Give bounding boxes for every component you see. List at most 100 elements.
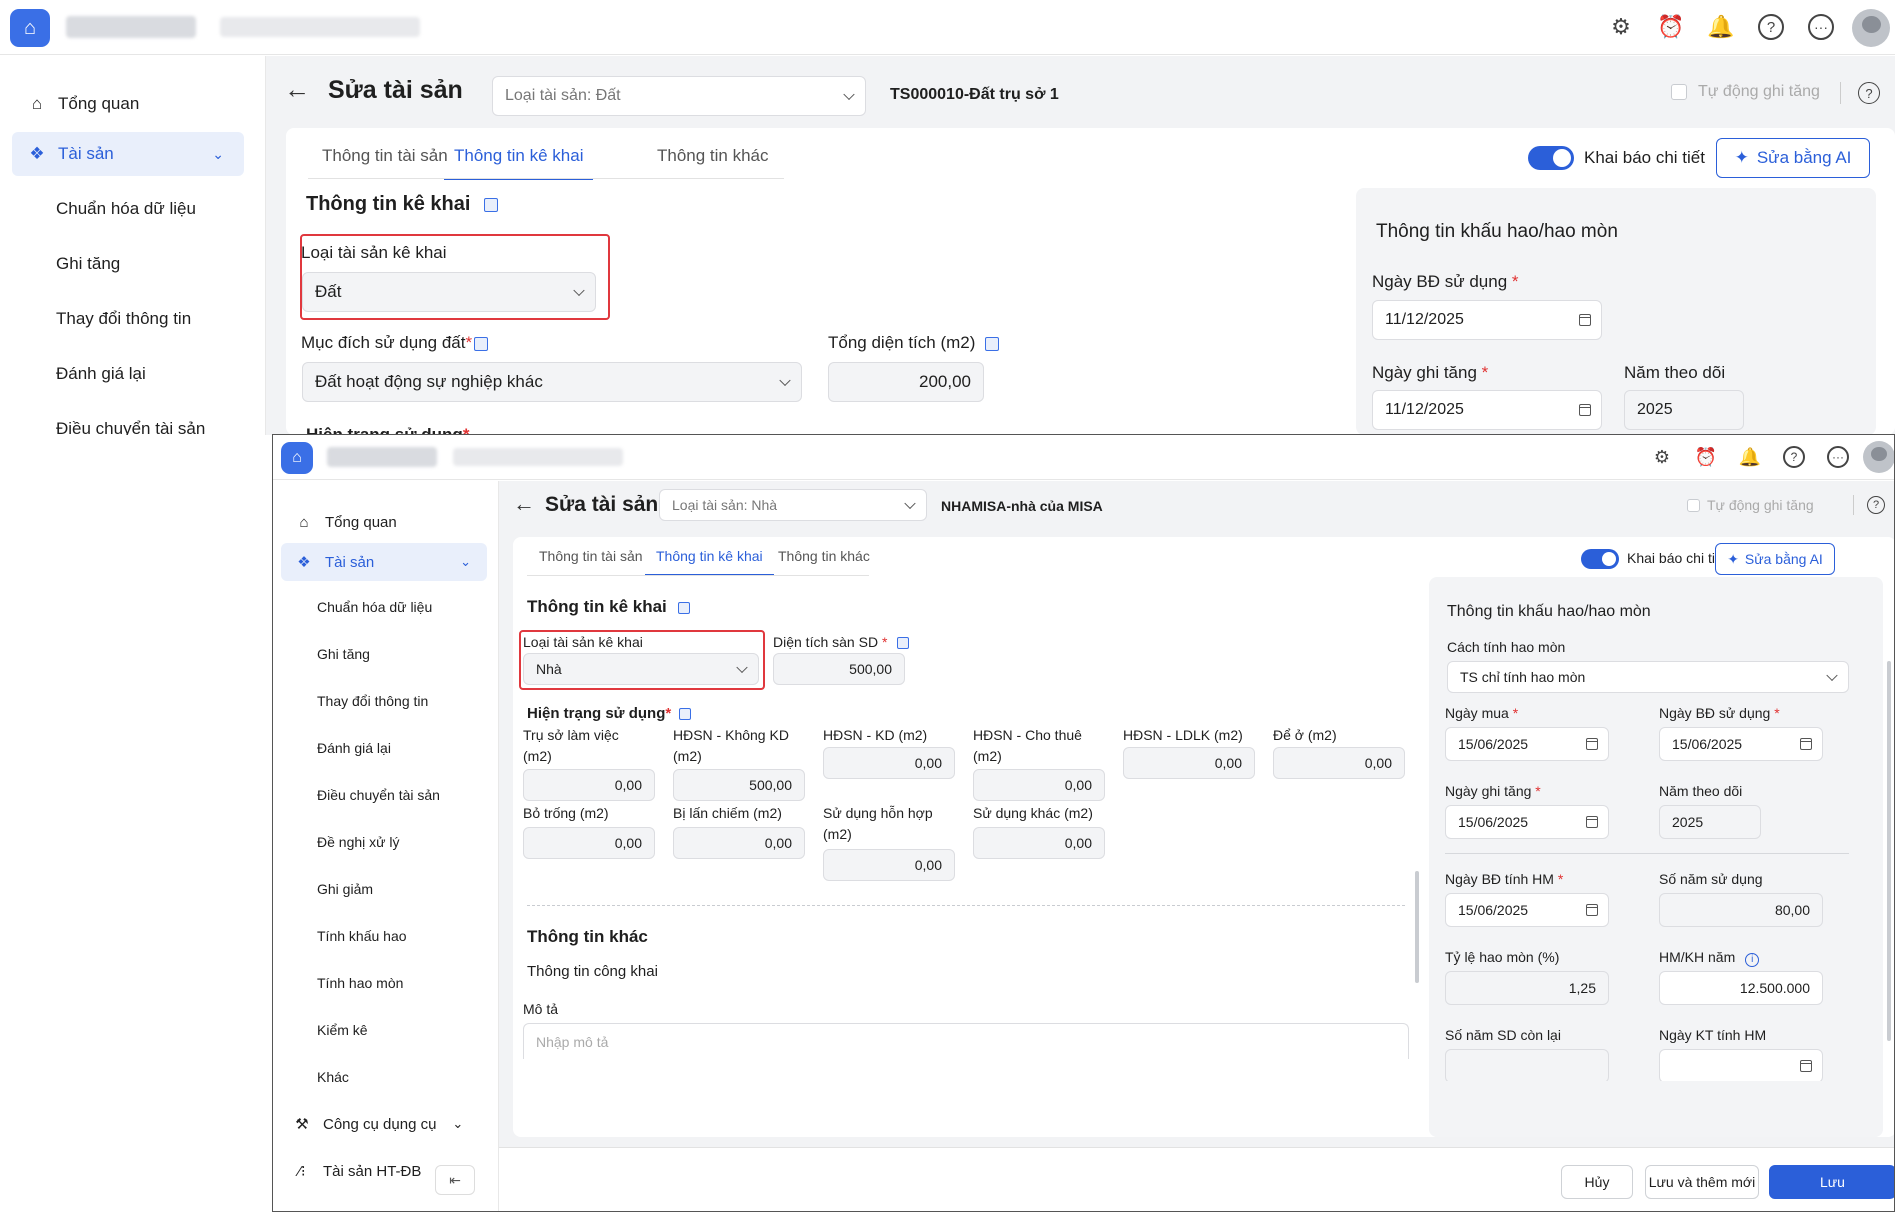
asset-type-select[interactable]: Loại tài sản: Nhà [659,489,927,521]
sidebar-item-overview[interactable]: ⌂ Tổng quan [293,507,396,537]
edit-icon[interactable] [897,637,910,650]
back-arrow-icon[interactable]: ← [513,491,535,517]
panel-scrollbar[interactable] [1887,661,1891,1041]
status-field-input[interactable]: 0,00 [823,849,955,881]
sidebar-item-assets[interactable]: ❖ Tài sản ⌄ [12,132,244,176]
tab-asset-info[interactable]: Thông tin tài sản [322,146,448,180]
status-field-input[interactable]: 0,00 [523,769,655,801]
more-icon[interactable]: ··· [1808,14,1834,40]
status-field-input[interactable]: 500,00 [673,769,805,801]
sidebar-subitem[interactable]: Ghi giảm [317,881,373,897]
sidebar-subitem[interactable]: Đánh giá lại [317,740,391,756]
edit-icon[interactable] [474,336,489,351]
more-icon[interactable]: ··· [1827,446,1849,468]
help-icon[interactable]: ? [1758,14,1784,40]
year-input[interactable]: 2025 [1624,390,1744,430]
start-use-date[interactable]: 11/12/2025 [1372,300,1602,340]
record-date[interactable]: 11/12/2025 [1372,390,1602,430]
sidebar-subitem[interactable]: Điều chuyển tài sản [317,787,440,803]
status-field-input[interactable]: 0,00 [973,769,1105,801]
help-icon[interactable]: ? [1867,496,1885,514]
gear-icon[interactable]: ⚙ [1608,14,1634,40]
method-select[interactable]: TS chỉ tính hao mòn [1447,661,1849,693]
sidebar-subitem[interactable]: Thay đổi thông tin [317,693,428,709]
alarm-icon[interactable]: ⏰ [1695,446,1717,468]
remaining-input[interactable] [1445,1049,1609,1083]
org-name-blurred [66,16,196,38]
sidebar-item-infra[interactable]: ⁄⁝ Tài sản HT-ĐB [291,1156,421,1186]
status-field-input[interactable]: 0,00 [823,747,955,779]
status-field-input[interactable]: 0,00 [973,827,1105,859]
avatar[interactable] [1863,441,1894,473]
annual-input[interactable]: 12.500.000 [1659,971,1823,1005]
detail-toggle[interactable] [1581,549,1619,569]
info-icon[interactable]: i [1745,953,1760,967]
total-area-input[interactable]: 200,00 [828,362,984,402]
status-field-input[interactable]: 0,00 [1273,747,1405,779]
declare-type-select[interactable]: Đất [302,272,596,312]
auto-record-checkbox[interactable] [1671,84,1687,100]
status-field-input[interactable]: 0,00 [1123,747,1255,779]
rate-input[interactable]: 1,25 [1445,971,1609,1005]
help-icon[interactable]: ? [1858,82,1880,104]
auto-record-checkbox[interactable] [1687,499,1700,512]
detail-toggle[interactable] [1528,146,1574,170]
edit-icon[interactable] [484,197,499,212]
save-button[interactable]: Lưu [1769,1165,1894,1199]
years-use-input[interactable]: 80,00 [1659,893,1823,927]
tab-other-info[interactable]: Thông tin khác [778,548,870,576]
cancel-button[interactable]: Hủy [1561,1165,1633,1199]
ai-edit-button[interactable]: ✦ Sửa bằng AI [1716,138,1870,178]
ai-edit-button[interactable]: ✦ Sửa bằng AI [1715,543,1835,575]
start-use-date[interactable]: 15/06/2025 [1659,727,1823,761]
app-logo[interactable]: ⌂ [10,9,50,47]
tab-declare-info[interactable]: Thông tin kê khai [645,548,774,576]
status-field-label: HĐSN - KD (m2) [823,727,928,743]
declare-type-select[interactable]: Nhà [523,653,759,685]
help-icon[interactable]: ? [1783,446,1805,468]
sidebar-subitem[interactable]: Tính khấu hao [317,928,407,944]
record-date[interactable]: 15/06/2025 [1445,805,1609,839]
sidebar-subitem[interactable]: Ghi tăng [317,646,370,662]
land-purpose-select[interactable]: Đất hoạt động sự nghiệp khác [302,362,802,402]
app-logo[interactable]: ⌂ [281,442,313,474]
org-sub-blurred [220,17,420,37]
sidebar-subitem[interactable]: Ghi tăng [56,254,120,274]
asset-type-select[interactable]: Loại tài sản: Đất [492,76,866,116]
sidebar-subitem[interactable]: Điều chuyển tài sản [56,419,205,435]
floor-area-input[interactable]: 500,00 [773,653,905,685]
sidebar-subitem[interactable]: Tính hao mòn [317,975,403,991]
edit-icon[interactable] [985,336,1000,351]
description-input[interactable]: Nhập mô tả [523,1023,1409,1059]
edit-icon[interactable] [677,601,690,614]
form-scrollbar[interactable] [1415,871,1419,983]
sidebar-subitem[interactable]: Chuẩn hóa dữ liệu [317,599,432,615]
bell-icon[interactable]: 🔔 [1707,14,1734,40]
year-input[interactable]: 2025 [1659,805,1761,839]
sidebar-subitem[interactable]: Đánh giá lại [56,364,146,384]
sidebar-subitem[interactable]: Chuẩn hóa dữ liệu [56,199,196,219]
dep-start-date[interactable]: 15/06/2025 [1445,893,1609,927]
sidebar-subitem[interactable]: Đề nghị xử lý [317,834,400,850]
tab-declare-info[interactable]: Thông tin kê khai [444,146,594,180]
status-field-input[interactable]: 0,00 [523,827,655,859]
end-date[interactable] [1659,1049,1823,1083]
back-arrow-icon[interactable]: ← [284,74,310,105]
sidebar-subitem[interactable]: Thay đổi thông tin [56,309,191,329]
status-field-input[interactable]: 0,00 [673,827,805,859]
sidebar-item-overview[interactable]: ⌂ Tổng quan [26,86,139,122]
collapse-sidebar-icon[interactable]: ⇤ [435,1165,475,1195]
sidebar-subitem[interactable]: Kiểm kê [317,1022,368,1038]
tab-asset-info[interactable]: Thông tin tài sản [539,548,643,576]
sidebar-subitem[interactable]: Khác [317,1069,349,1085]
tab-other-info[interactable]: Thông tin khác [657,146,769,180]
bell-icon[interactable]: 🔔 [1739,446,1761,468]
alarm-icon[interactable]: ⏰ [1657,14,1684,40]
buy-date[interactable]: 15/06/2025 [1445,727,1609,761]
sidebar-item-assets[interactable]: ❖ Tài sản ⌄ [281,543,487,581]
avatar[interactable] [1852,9,1890,47]
sidebar-item-tools[interactable]: ⚒ Công cụ dụng cụ ⌄ [291,1109,463,1139]
edit-icon[interactable] [679,708,692,721]
save-and-new-button[interactable]: Lưu và thêm mới [1645,1165,1759,1199]
gear-icon[interactable]: ⚙ [1651,446,1673,468]
